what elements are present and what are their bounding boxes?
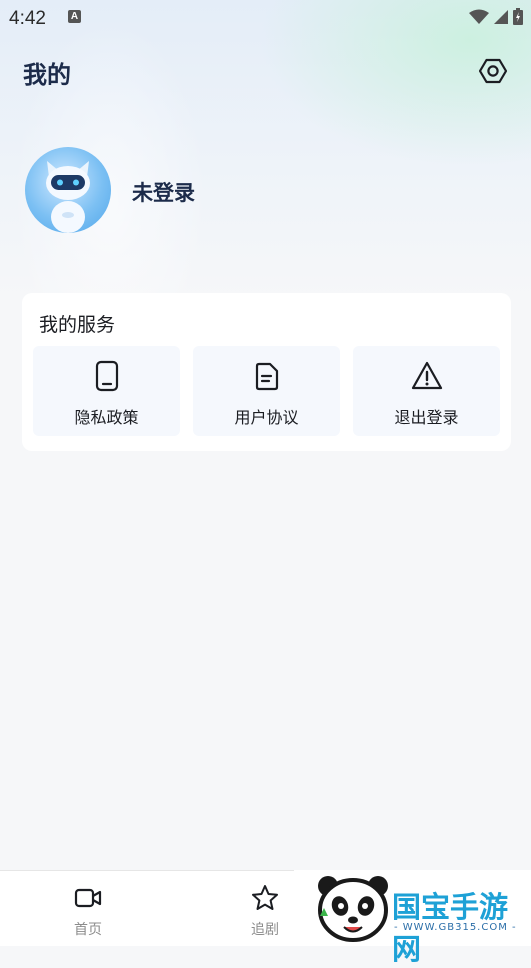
battery-icon — [513, 8, 523, 25]
video-icon — [74, 888, 102, 908]
warning-icon — [411, 361, 443, 390]
status-icons — [469, 8, 523, 25]
watermark: 国宝手游网 - WWW.GB315.COM - — [294, 870, 531, 966]
login-status-label[interactable]: 未登录 — [132, 177, 195, 207]
logout-label: 退出登录 — [394, 408, 459, 427]
signal-icon — [494, 9, 508, 24]
logout-button[interactable]: 退出登录 — [353, 346, 500, 436]
my-services-card: 我的服务 隐私政策 用户协议 退出登录 — [22, 293, 511, 451]
settings-hexagon-icon[interactable] — [479, 57, 507, 85]
star-icon — [252, 885, 278, 910]
privacy-policy-button[interactable]: 隐私政策 — [33, 346, 180, 436]
avatar[interactable] — [25, 147, 111, 233]
panda-logo-icon — [318, 876, 388, 942]
status-bar: 4:42 A — [0, 0, 531, 36]
services-title: 我的服务 — [39, 314, 116, 336]
robot-avatar-icon — [46, 161, 90, 233]
privacy-policy-label: 隐私政策 — [74, 408, 139, 427]
page-title: 我的 — [23, 61, 71, 89]
status-time: 4:42 — [9, 8, 46, 29]
tab-home[interactable]: 首页 — [38, 871, 138, 946]
document-icon — [255, 362, 279, 391]
tablet-icon — [95, 360, 119, 392]
tab-home-label: 首页 — [74, 922, 102, 938]
notification-icon: A — [68, 10, 81, 23]
watermark-url: - WWW.GB315.COM - — [394, 922, 517, 933]
user-agreement-label: 用户协议 — [234, 408, 299, 427]
user-agreement-button[interactable]: 用户协议 — [193, 346, 340, 436]
wifi-icon — [469, 9, 489, 24]
